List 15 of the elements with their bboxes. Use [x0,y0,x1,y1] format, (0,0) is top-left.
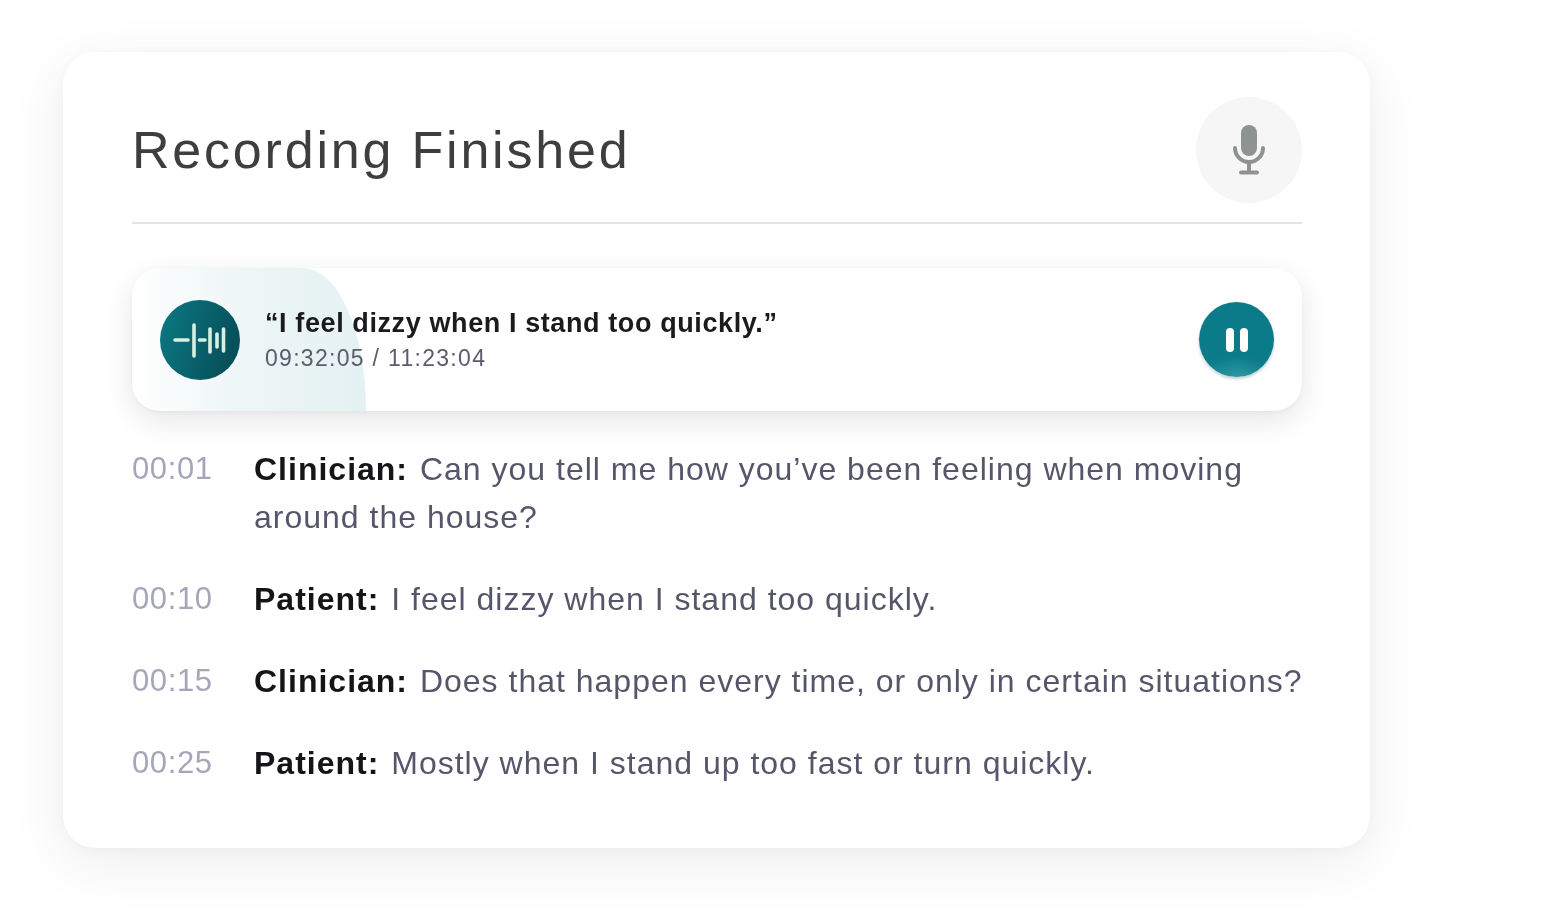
timestamp: 00:01 [132,450,214,488]
pause-icon [1225,327,1248,352]
transcript-text: Clinician: Does that happen every time, or only in certain situations? [254,662,1304,701]
transcript-text: Patient: I feel dizzy when I stand too quickly. [254,580,939,619]
microphone-icon [1231,125,1267,175]
panel-title: Recording Finished [132,120,631,180]
transcript-text: Clinician: Can you tell me how you’ve been feeling when moving around the house? [254,450,1244,537]
timestamp: 00:25 [132,744,214,782]
timestamp: 00:15 [132,662,214,700]
quote-text: “I feel dizzy when I stand too quickly.” [265,307,778,339]
pause-button[interactable] [1199,302,1274,377]
transcript-text: Patient: Mostly when I stand up too fast or turn quickly. [254,744,1096,783]
waveform-icon [160,299,240,380]
playback-time: 09:32:05 / 11:23:04 [265,344,487,372]
timestamp: 00:10 [132,580,214,618]
